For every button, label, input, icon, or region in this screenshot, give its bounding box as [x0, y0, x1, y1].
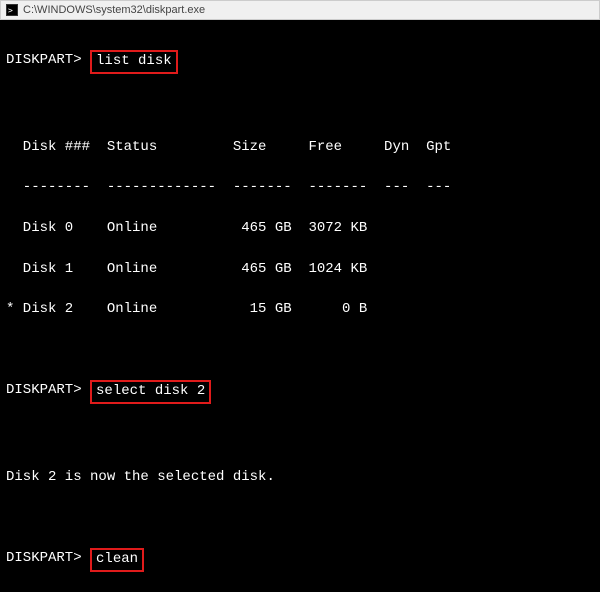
prompt: DISKPART>	[6, 50, 90, 70]
command-select-disk: select disk 2	[90, 380, 211, 404]
app-icon: >	[5, 3, 19, 17]
command-list-disk: list disk	[90, 50, 178, 74]
disk-table-separator: -------- ------------- ------- ------- -…	[6, 177, 594, 197]
prompt: DISKPART>	[6, 380, 90, 400]
table-row: * Disk 2 Online 15 GB 0 B	[6, 299, 594, 319]
window-titlebar: > C:\WINDOWS\system32\diskpart.exe	[0, 0, 600, 20]
svg-text:>: >	[8, 6, 13, 15]
command-clean: clean	[90, 548, 144, 572]
command-line: DISKPART> select disk 2	[6, 380, 594, 404]
table-row: Disk 0 Online 465 GB 3072 KB	[6, 218, 594, 238]
terminal-output[interactable]: DISKPART> list disk Disk ### Status Size…	[0, 20, 600, 592]
output-selected: Disk 2 is now the selected disk.	[6, 467, 594, 487]
window-title: C:\WINDOWS\system32\diskpart.exe	[23, 4, 205, 16]
blank-line	[6, 507, 594, 527]
command-line: DISKPART> clean	[6, 548, 594, 572]
blank-line	[6, 340, 594, 360]
disk-table-header: Disk ### Status Size Free Dyn Gpt	[6, 137, 594, 157]
table-row: Disk 1 Online 465 GB 1024 KB	[6, 259, 594, 279]
blank-line	[6, 96, 594, 116]
command-line: DISKPART> list disk	[6, 50, 594, 74]
blank-line	[6, 426, 594, 446]
prompt: DISKPART>	[6, 548, 90, 568]
